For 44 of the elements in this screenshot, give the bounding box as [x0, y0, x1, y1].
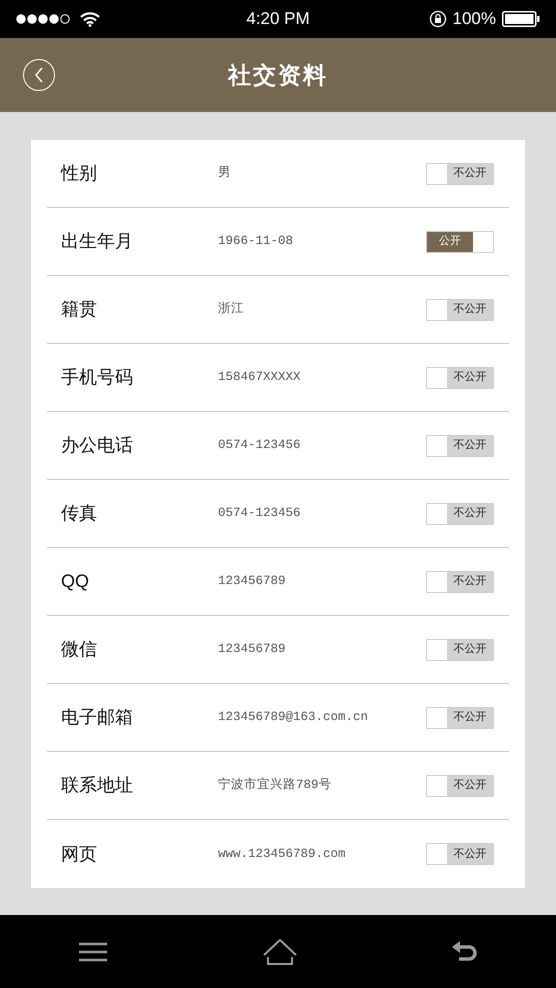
field-label: 出生年月	[60, 230, 134, 253]
field-value: 123456789	[218, 573, 287, 590]
back-icon[interactable]	[452, 940, 478, 964]
visibility-toggle[interactable]: 不公开	[426, 638, 494, 660]
field-label: 传真	[60, 502, 98, 525]
signal-icon	[16, 14, 70, 24]
visibility-toggle[interactable]: 不公开	[426, 298, 494, 320]
rotation-lock-icon	[428, 10, 447, 28]
visibility-toggle[interactable]: 不公开	[426, 843, 494, 865]
visibility-toggle[interactable]: 不公开	[426, 502, 494, 524]
field-label: 性别	[60, 162, 98, 185]
field-label: 微信	[60, 638, 98, 661]
menu-icon[interactable]	[78, 942, 108, 962]
field-value: 158467XXXXX	[218, 369, 302, 386]
page-title: 社交资料	[228, 60, 328, 90]
visibility-toggle[interactable]: 不公开	[426, 774, 494, 796]
field-value: 男	[218, 165, 232, 182]
field-label: QQ	[60, 570, 90, 593]
field-label: 电子邮箱	[60, 706, 134, 729]
field-value: 宁波市宜兴路789号	[218, 776, 333, 794]
field-value: 1966-11-08	[218, 233, 294, 250]
visibility-toggle[interactable]: 公开	[426, 230, 494, 252]
field-value: 123456789@163.com.cn	[218, 709, 370, 726]
visibility-toggle[interactable]: 不公开	[426, 434, 494, 456]
field-label: 办公电话	[60, 434, 134, 457]
visibility-toggle[interactable]: 不公开	[426, 162, 494, 184]
battery-percent: 100%	[452, 8, 496, 30]
visibility-toggle[interactable]: 不公开	[426, 366, 494, 388]
field-value: 123456789	[218, 641, 287, 658]
field-value: 浙江	[218, 300, 245, 318]
field-value: 0574-123456	[218, 505, 302, 522]
status-time: 4:20 PM	[246, 8, 310, 30]
field-label: 联系地址	[60, 774, 134, 797]
visibility-toggle[interactable]: 不公开	[426, 706, 494, 728]
field-label: 籍贯	[60, 298, 98, 321]
field-label: 网页	[60, 842, 98, 866]
home-icon[interactable]	[262, 938, 297, 964]
field-value: www.123456789.com	[218, 846, 347, 863]
field-value: 0574-123456	[218, 437, 302, 454]
battery-icon	[502, 11, 540, 27]
back-button[interactable]	[23, 59, 55, 91]
field-label: 手机号码	[60, 366, 134, 389]
wifi-icon	[80, 11, 100, 27]
visibility-toggle[interactable]: 不公开	[426, 570, 494, 592]
